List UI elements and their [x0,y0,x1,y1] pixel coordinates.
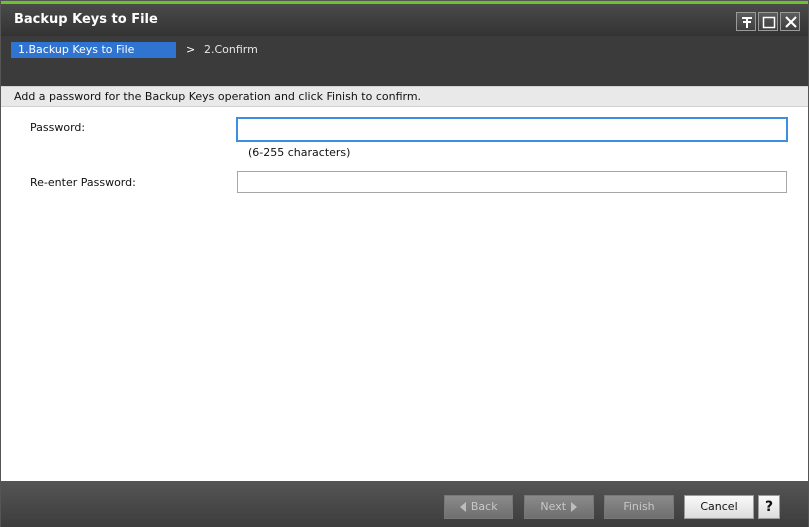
password-label: Password: [30,121,86,134]
cancel-button[interactable]: Cancel [684,495,754,519]
finish-button[interactable]: Finish [604,495,674,519]
step-separator: > [186,43,196,56]
password-input[interactable] [236,117,788,142]
close-icon [785,16,797,28]
dialog-title: Backup Keys to File [14,12,158,27]
help-button[interactable]: ? [758,495,780,519]
title-bar: Backup Keys to File [1,4,808,36]
window-controls [736,12,800,31]
reenter-password-input[interactable] [237,171,787,193]
maximize-icon [762,16,776,29]
back-label: Back [470,500,498,513]
password-hint: (6-255 characters) [248,146,351,159]
step-backup-keys: 1.Backup Keys to File [11,42,176,58]
instruction-text: Add a password for the Backup Keys opera… [1,86,808,107]
close-button[interactable] [780,12,800,31]
cancel-label: Cancel [700,500,738,513]
help-icon: ? [764,499,774,515]
maximize-button[interactable] [758,12,778,31]
next-button[interactable]: Next [524,495,594,519]
backup-keys-dialog: Backup Keys to File 1.Backup Keys to Fil… [0,0,809,527]
pin-button[interactable] [736,12,756,31]
dialog-footer: Back Next Finish Cancel ? [1,481,808,527]
back-button[interactable]: Back [444,495,513,519]
pin-icon [742,17,752,28]
wizard-steps: 1.Backup Keys to File > 2.Confirm [1,36,808,86]
reenter-password-label: Re-enter Password: [30,176,136,189]
arrow-right-icon [570,502,577,512]
step-confirm: 2.Confirm [204,43,258,56]
next-label: Next [540,500,567,513]
arrow-left-icon [460,502,467,512]
finish-label: Finish [623,500,655,513]
